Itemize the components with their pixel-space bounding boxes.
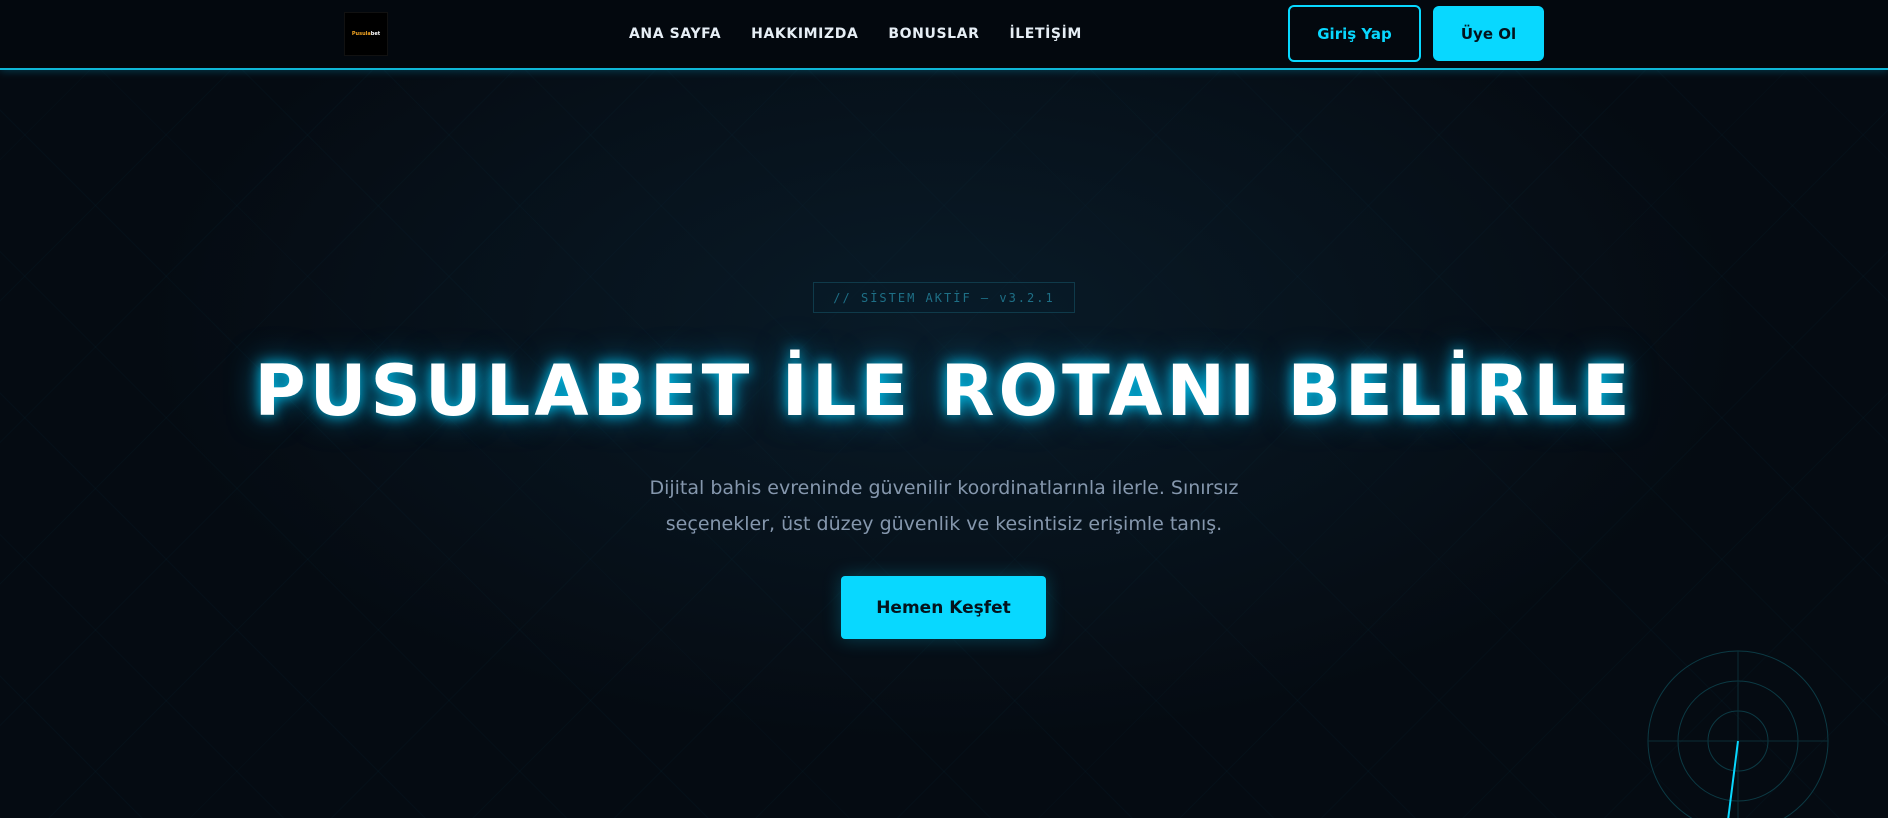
- explore-button[interactable]: Hemen Keşfet: [841, 576, 1046, 639]
- system-status-badge: // SİSTEM AKTİF — v3.2.1: [813, 282, 1075, 313]
- nav-item-contact[interactable]: İLETİŞİM: [1009, 26, 1081, 42]
- site-header: Pusulabet ANA SAYFA HAKKIMIZDA BONUSLAR …: [0, 0, 1888, 70]
- nav-item-home[interactable]: ANA SAYFA: [629, 26, 721, 42]
- login-button[interactable]: Giriş Yap: [1288, 5, 1421, 62]
- nav-item-bonuses[interactable]: BONUSLAR: [888, 26, 979, 42]
- main-nav: ANA SAYFA HAKKIMIZDA BONUSLAR İLETİŞİM: [629, 0, 1082, 68]
- site-logo[interactable]: Pusulabet: [344, 12, 388, 56]
- hero-subtitle: Dijital bahis evreninde güvenilir koordi…: [649, 477, 1239, 535]
- hero-title: PUSULABET İLE ROTANI BELİRLE: [254, 350, 1634, 432]
- logo-text-white: bet: [370, 31, 381, 37]
- logo-text-orange: Pusula: [351, 31, 371, 37]
- radar-icon: [1647, 650, 1829, 818]
- nav-item-about[interactable]: HAKKIMIZDA: [751, 26, 858, 42]
- register-button[interactable]: Üye Ol: [1433, 6, 1544, 61]
